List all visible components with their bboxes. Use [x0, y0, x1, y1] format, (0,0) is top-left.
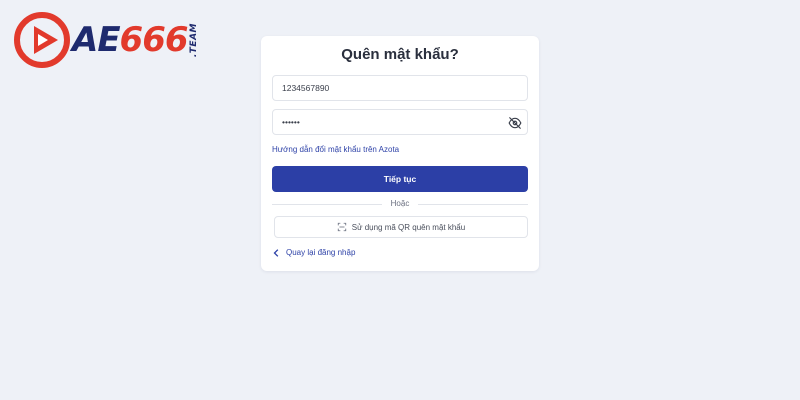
chevron-left-icon [273, 248, 280, 257]
brand-logo: AE666 .TEAM [14, 12, 199, 68]
password-field[interactable] [272, 109, 528, 135]
phone-field[interactable] [272, 75, 528, 101]
password-guide-link[interactable]: Hướng dẫn đổi mật khẩu trên Azota [272, 145, 399, 154]
eye-off-icon[interactable] [506, 114, 524, 132]
forgot-password-card: Quên mật khẩu? Hướng dẫn đổi mật khẩu tr… [261, 36, 539, 271]
divider-line-right [418, 204, 528, 205]
password-input[interactable] [273, 110, 492, 134]
phone-input[interactable] [273, 76, 492, 100]
back-to-login-label: Quay lại đăng nhập [286, 248, 356, 257]
brand-suffix: .TEAM [188, 22, 199, 58]
qr-reset-label: Sử dụng mã QR quên mật khẩu [351, 222, 466, 232]
brand-name-digits: 666 [119, 20, 189, 60]
continue-button[interactable]: Tiếp tục [272, 166, 528, 192]
page-title: Quên mật khẩu? [341, 46, 459, 63]
or-divider: Hoặc [272, 199, 528, 209]
qr-scan-icon [337, 222, 347, 232]
back-to-login-link[interactable]: Quay lại đăng nhập [273, 248, 355, 257]
play-logo-icon [14, 12, 70, 68]
brand-name-prefix: AE [72, 20, 121, 60]
qr-reset-button[interactable]: Sử dụng mã QR quên mật khẩu [274, 216, 528, 238]
brand-name: AE666 [72, 20, 189, 60]
